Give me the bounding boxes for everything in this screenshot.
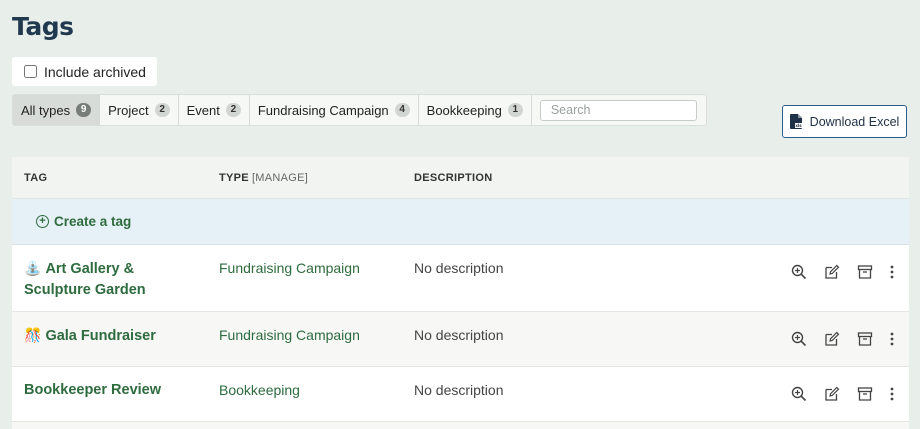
filter-count-badge: 4	[394, 103, 410, 117]
archive-icon	[857, 387, 872, 401]
create-tag-label: Create a tag	[54, 214, 132, 229]
tags-table: TAG TYPE [MANAGE] DESCRIPTION + Create a …	[12, 157, 909, 429]
include-archived-toggle[interactable]: Include archived	[12, 57, 157, 86]
tag-description-cell: No description	[414, 327, 504, 343]
column-header-tag[interactable]: TAG	[24, 172, 47, 184]
column-header-type: TYPE [MANAGE]	[219, 172, 308, 184]
include-archived-checkbox[interactable]	[24, 65, 37, 78]
create-tag-button[interactable]: + Create a tag	[12, 199, 909, 245]
archive-tag-button[interactable]	[848, 262, 881, 282]
tag-name-cell[interactable]: 🎊 Gala Fundraiser	[24, 325, 204, 347]
view-tag-button[interactable]	[782, 262, 815, 282]
filter-tab-all-types[interactable]: All types 9	[13, 95, 101, 125]
filter-count-badge: 1	[507, 103, 523, 117]
tag-name-cell[interactable]: Bookkeeper Review	[24, 380, 204, 401]
archive-icon	[857, 265, 872, 279]
tag-emoji: ⛲	[24, 260, 42, 276]
tag-name[interactable]: Bookkeeper Review	[24, 382, 161, 398]
filter-tab-fundraising-campaign[interactable]: Fundraising Campaign 4	[250, 95, 419, 125]
manage-types-link[interactable]: [MANAGE]	[252, 172, 308, 184]
filter-tab-event[interactable]: Event 2	[179, 95, 250, 125]
zoom-icon	[791, 331, 806, 347]
edit-icon	[824, 331, 839, 346]
archive-icon	[857, 332, 872, 346]
table-row	[12, 422, 909, 429]
archive-tag-button[interactable]	[848, 329, 881, 349]
search-input[interactable]	[539, 99, 697, 121]
row-actions	[782, 384, 903, 404]
filter-tab-bookkeeping[interactable]: Bookkeeping 1	[419, 95, 532, 125]
table-header: TAG TYPE [MANAGE] DESCRIPTION	[12, 157, 909, 199]
tag-description-cell: No description	[414, 382, 504, 398]
edit-icon	[824, 386, 839, 401]
edit-tag-button[interactable]	[815, 262, 848, 282]
filter-count-badge: 9	[76, 103, 92, 117]
tag-emoji: 🎊	[24, 327, 42, 343]
edit-tag-button[interactable]	[815, 384, 848, 404]
tag-name[interactable]: Gala Fundraiser	[45, 328, 155, 344]
tag-type-cell: Fundraising Campaign	[219, 327, 360, 343]
plus-circle-icon: +	[36, 215, 49, 228]
type-filter-bar: All types 9 Project 2 Event 2 Fundraisin…	[12, 94, 707, 126]
more-icon	[890, 387, 894, 401]
page-title: Tags	[12, 12, 74, 41]
filter-tab-label: Project	[108, 102, 149, 118]
table-row: ⛲ Art Gallery & Sculpture Garden Fundrais…	[12, 245, 909, 312]
zoom-icon	[791, 264, 806, 280]
more-icon	[890, 265, 894, 279]
zoom-icon	[791, 386, 806, 402]
filter-count-badge: 2	[154, 103, 170, 117]
filter-tab-label: Bookkeeping	[426, 102, 502, 118]
tag-name-cell[interactable]: ⛲ Art Gallery & Sculpture Garden	[24, 258, 204, 301]
tag-type-cell: Bookkeeping	[219, 382, 300, 398]
search-wrapper	[532, 95, 697, 125]
archive-tag-button[interactable]	[848, 384, 881, 404]
tag-name[interactable]: Art Gallery & Sculpture Garden	[24, 261, 146, 298]
filter-tab-label: Event	[186, 102, 220, 118]
more-options-button[interactable]	[881, 262, 903, 282]
edit-tag-button[interactable]	[815, 329, 848, 349]
include-archived-label: Include archived	[44, 63, 146, 80]
row-actions	[782, 262, 903, 282]
more-icon	[890, 332, 894, 346]
more-options-button[interactable]	[881, 329, 903, 349]
filter-tab-project[interactable]: Project 2	[100, 95, 179, 125]
table-row: 🎊 Gala Fundraiser Fundraising Campaign No…	[12, 312, 909, 367]
excel-icon: xls	[789, 114, 802, 129]
download-excel-button[interactable]: xls Download Excel	[782, 105, 907, 138]
tag-type-cell: Fundraising Campaign	[219, 260, 360, 276]
column-header-type-label[interactable]: TYPE	[219, 172, 249, 184]
more-options-button[interactable]	[881, 384, 903, 404]
tag-description-cell: No description	[414, 260, 504, 276]
svg-text:xls: xls	[795, 123, 802, 128]
view-tag-button[interactable]	[782, 384, 815, 404]
filter-tab-label: All types	[21, 102, 71, 118]
view-tag-button[interactable]	[782, 329, 815, 349]
edit-icon	[824, 264, 839, 279]
table-row: Bookkeeper Review Bookkeeping No descrip…	[12, 367, 909, 422]
filter-tab-label: Fundraising Campaign	[257, 102, 389, 118]
column-header-description[interactable]: DESCRIPTION	[414, 172, 492, 184]
filter-count-badge: 2	[225, 103, 241, 117]
download-excel-label: Download Excel	[809, 114, 900, 129]
row-actions	[782, 329, 903, 349]
